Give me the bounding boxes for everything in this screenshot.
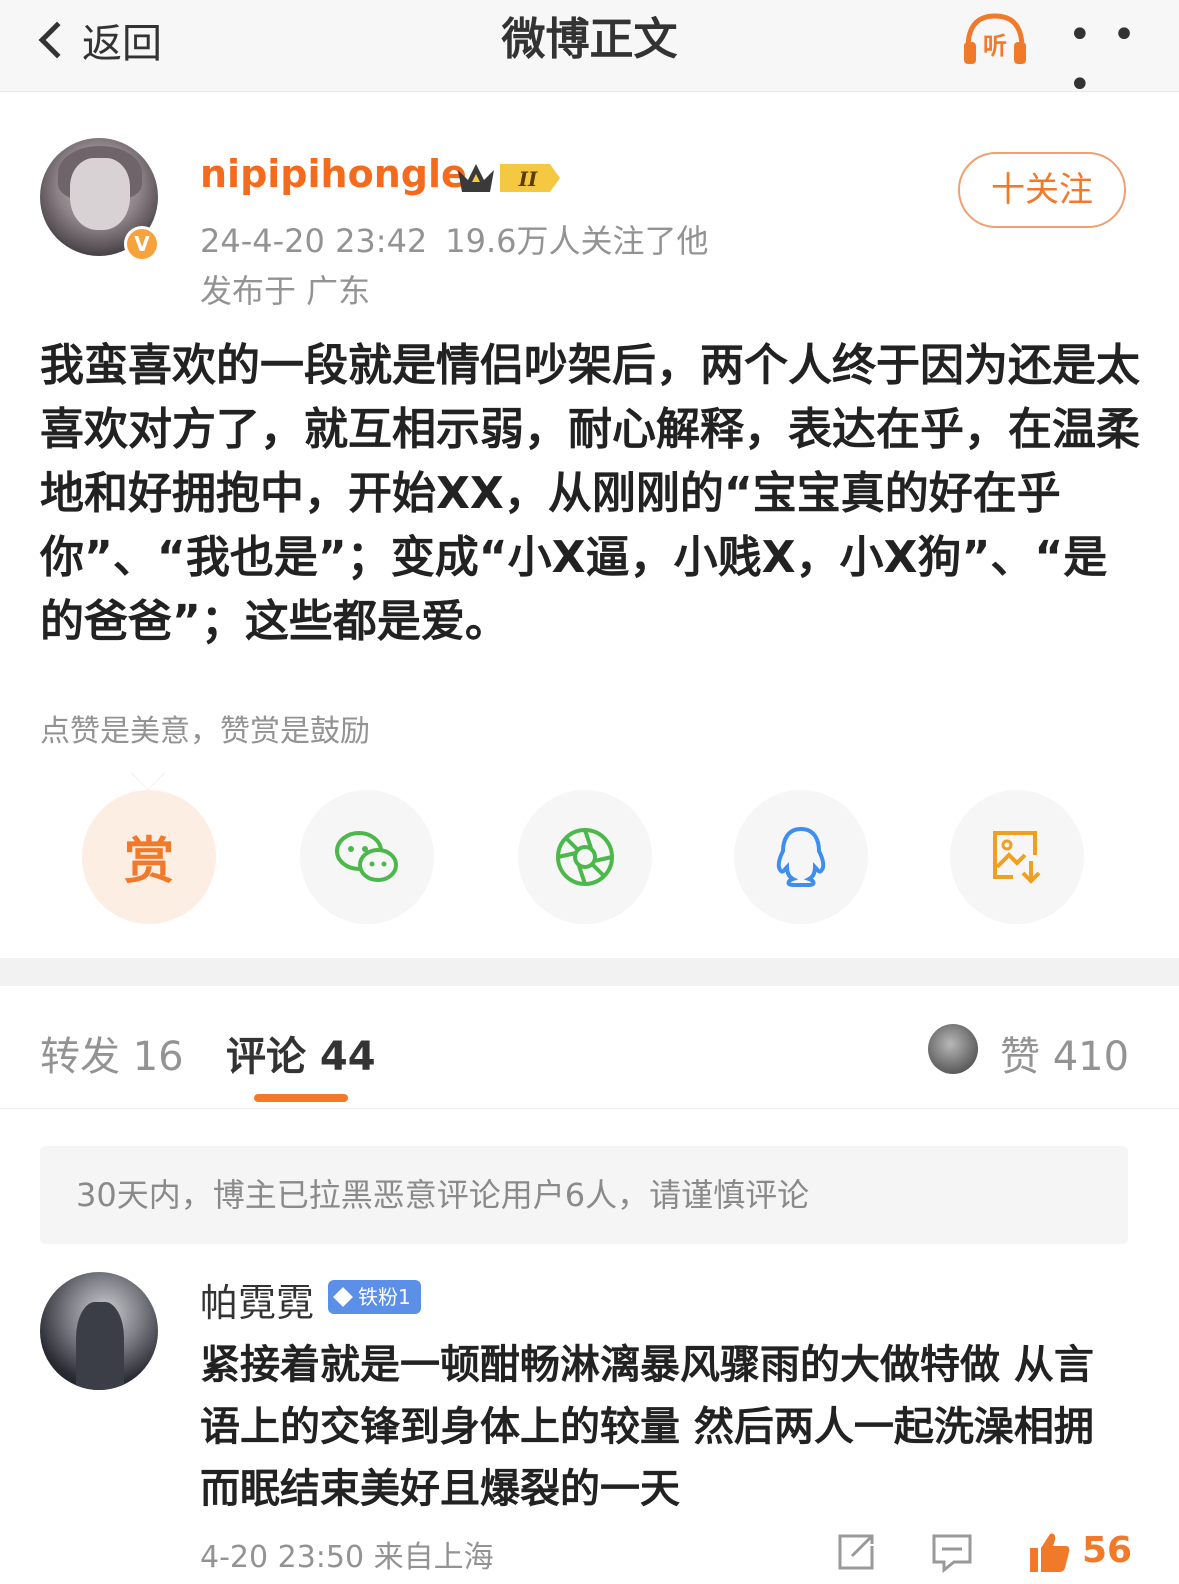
section-divider (0, 958, 1179, 986)
more-options-button[interactable]: • • • (1068, 10, 1179, 110)
share-moments-button[interactable] (518, 790, 652, 924)
save-image-button[interactable] (950, 790, 1084, 924)
comment-notice: 30天内，博主已拉黑恶意评论用户6人，请谨慎评论 (40, 1146, 1128, 1244)
verified-badge: V (124, 226, 160, 262)
follow-button[interactable]: 十关注 (958, 152, 1126, 228)
tab-comments[interactable]: 评论 44 (226, 1024, 376, 1082)
comment-text: 紧接着就是一顿酣畅淋漓暴风骤雨的大做特做 从言语上的交锋到身体上的较量 然后两人… (200, 1342, 1094, 1512)
diamond-icon (333, 1287, 353, 1307)
listen-label: 听 (983, 32, 1007, 60)
tooltip-pointer (131, 755, 165, 789)
crown-level-icon: II (458, 164, 560, 192)
level-label: II (518, 167, 538, 191)
tab-likes[interactable]: 赞 410 (1000, 1024, 1129, 1082)
commenter-name[interactable]: 帕霓霓 (200, 1272, 314, 1327)
tabs-divider (0, 1108, 1179, 1109)
top-nav-bar: 返回 微博正文 听 • • • (0, 0, 1179, 108)
save-image-icon (993, 831, 1041, 884)
liker-avatar (928, 1024, 978, 1074)
fan-badge: 铁粉1 (328, 1280, 421, 1314)
commenter-avatar[interactable] (40, 1272, 158, 1390)
post-timestamp: 24-4-20 23:42 (200, 222, 428, 260)
comment-like-count: 56 (1082, 1530, 1133, 1571)
like-thumb-icon[interactable] (1026, 1530, 1070, 1574)
share-wechat-button[interactable] (300, 790, 434, 924)
reward-button[interactable]: 赏 (82, 790, 216, 924)
share-qq-button[interactable] (734, 790, 868, 924)
post-location: 发布于 广东 (200, 272, 371, 310)
repost-icon[interactable] (834, 1530, 878, 1574)
tab-repost[interactable]: 转发 16 (40, 1024, 184, 1082)
reward-hint: 点赞是美意，赞赏是鼓励 (40, 714, 370, 749)
comment-icon[interactable] (930, 1530, 974, 1574)
avatar-face (70, 158, 130, 230)
fan-badge-label: 铁粉1 (358, 1285, 411, 1309)
post-text: 我蛮喜欢的一段就是情侣吵架后，两个人终于因为还是太喜欢对方了，就互相示弱，耐心解… (40, 340, 1140, 647)
qq-icon (776, 826, 826, 887)
moments-icon (556, 828, 614, 886)
listen-icon[interactable]: 听 (960, 8, 1030, 68)
wechat-icon (335, 831, 398, 882)
reward-label: 赏 (124, 832, 174, 890)
post-meta: 24-4-20 23:42 19.6万人关注了他 (200, 216, 727, 262)
active-tab-indicator (254, 1094, 348, 1102)
author-name[interactable]: nipipihongle (200, 152, 467, 196)
comment-meta: 4-20 23:50 来自上海 (200, 1540, 494, 1575)
follower-count: 19.6万人关注了他 (445, 222, 709, 260)
avatar-figure (76, 1302, 124, 1390)
